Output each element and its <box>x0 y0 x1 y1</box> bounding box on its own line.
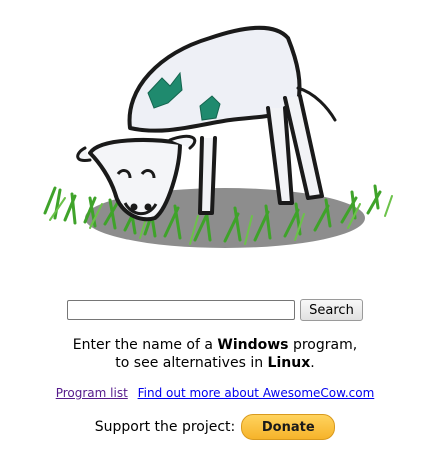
hint-line-2-suffix: . <box>310 355 315 371</box>
hint-windows-word: Windows <box>217 337 289 353</box>
hint-text: Enter the name of a Windows program, to … <box>0 336 430 372</box>
hint-line-1-prefix: Enter the name of a <box>72 337 218 353</box>
search-form: Search <box>0 299 430 321</box>
hint-line-1-suffix: program, <box>288 337 358 353</box>
links-row: Program list Find out more about Awesome… <box>0 386 430 400</box>
donate-label: Donate <box>261 419 315 435</box>
find-out-more-link[interactable]: Find out more about AwesomeCow.com <box>138 386 375 400</box>
hint-line-2: to see alternatives in Linux. <box>0 354 430 372</box>
support-row: Support the project: Donate <box>0 414 430 440</box>
page: Search Enter the name of a Windows progr… <box>0 0 430 461</box>
cow-body <box>76 25 337 222</box>
program-list-link[interactable]: Program list <box>56 386 128 400</box>
search-button[interactable]: Search <box>300 299 363 321</box>
grazing-cow-icon <box>43 25 393 248</box>
donate-button[interactable]: Donate <box>241 414 336 440</box>
hint-line-2-prefix: to see alternatives in <box>115 355 268 371</box>
hint-linux-word: Linux <box>267 355 311 371</box>
hint-line-1: Enter the name of a Windows program, <box>0 336 430 354</box>
support-label: Support the project: <box>94 419 236 435</box>
search-input[interactable] <box>67 300 296 320</box>
